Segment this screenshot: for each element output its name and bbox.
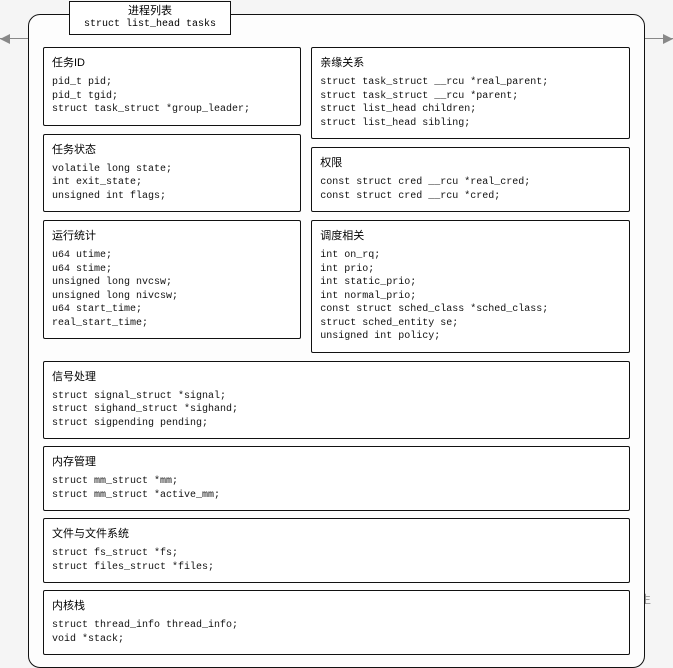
- code-block: struct thread_info thread_info; void *st…: [52, 619, 621, 646]
- code-block: struct signal_struct *signal; struct sig…: [52, 390, 621, 431]
- code-block: struct task_struct __rcu *real_parent; s…: [320, 76, 621, 130]
- section-title: 内核栈: [52, 597, 621, 613]
- code-block: pid_t pid; pid_t tgid; struct task_struc…: [52, 76, 292, 117]
- arrow-right-icon: [663, 34, 673, 44]
- task-struct-container: 进程列表 struct list_head tasks 任务IDpid_t pi…: [28, 14, 645, 668]
- section-title: 运行统计: [52, 227, 292, 243]
- section-title: 任务状态: [52, 141, 292, 157]
- section-right-0: 亲缘关系 struct task_struct __rcu *real_paren…: [311, 47, 630, 139]
- section-title: 文件与文件系统: [52, 525, 621, 541]
- left-column: 任务ID pid_t pid; pid_t tgid; struct task_s…: [43, 47, 301, 353]
- section-right-1: 权限 const struct cred __rcu *real_cred; co…: [311, 147, 630, 212]
- section-full-0: 信号处理 struct signal_struct *signal; struct…: [43, 361, 630, 440]
- section-full-3: 内核栈 struct thread_info thread_info; void …: [43, 590, 630, 655]
- section-title: 内存管理: [52, 453, 621, 469]
- code-block: struct fs_struct *fs; struct files_struc…: [52, 547, 621, 574]
- code-block: const struct cred __rcu *real_cred; cons…: [320, 176, 621, 203]
- section-left-0: 任务ID pid_t pid; pid_t tgid; struct task_s…: [43, 47, 301, 126]
- section-title: 任务ID: [52, 54, 292, 70]
- section-title: 调度相关: [320, 227, 621, 243]
- section-title: 权限: [320, 154, 621, 170]
- code-block: int on_rq; int prio; int static_prio; in…: [320, 249, 621, 344]
- header-box: 进程列表 struct list_head tasks: [69, 1, 231, 35]
- arrow-left-icon: [0, 34, 10, 44]
- section-left-2: 运行统计 u64 utime; u64 stime; unsigned long …: [43, 220, 301, 339]
- full-width-area: 信号处理 struct signal_struct *signal; struct…: [43, 361, 630, 656]
- code-block: struct mm_struct *mm; struct mm_struct *…: [52, 475, 621, 502]
- section-right-2: 调度相关 int on_rq; int prio; int static_prio…: [311, 220, 630, 353]
- section-full-1: 内存管理 struct mm_struct *mm; struct mm_stru…: [43, 446, 630, 511]
- section-title: 信号处理: [52, 368, 621, 384]
- code-block: u64 utime; u64 stime; unsigned long nvcs…: [52, 249, 292, 330]
- code-block: volatile long state; int exit_state; uns…: [52, 163, 292, 204]
- header-title: 进程列表: [84, 4, 216, 18]
- header-subtitle: struct list_head tasks: [84, 18, 216, 31]
- section-full-2: 文件与文件系统 struct fs_struct *fs; struct file…: [43, 518, 630, 583]
- section-left-1: 任务状态 volatile long state; int exit_state;…: [43, 134, 301, 213]
- two-column-area: 任务ID pid_t pid; pid_t tgid; struct task_s…: [43, 47, 630, 353]
- right-column: 亲缘关系 struct task_struct __rcu *real_paren…: [311, 47, 630, 353]
- section-title: 亲缘关系: [320, 54, 621, 70]
